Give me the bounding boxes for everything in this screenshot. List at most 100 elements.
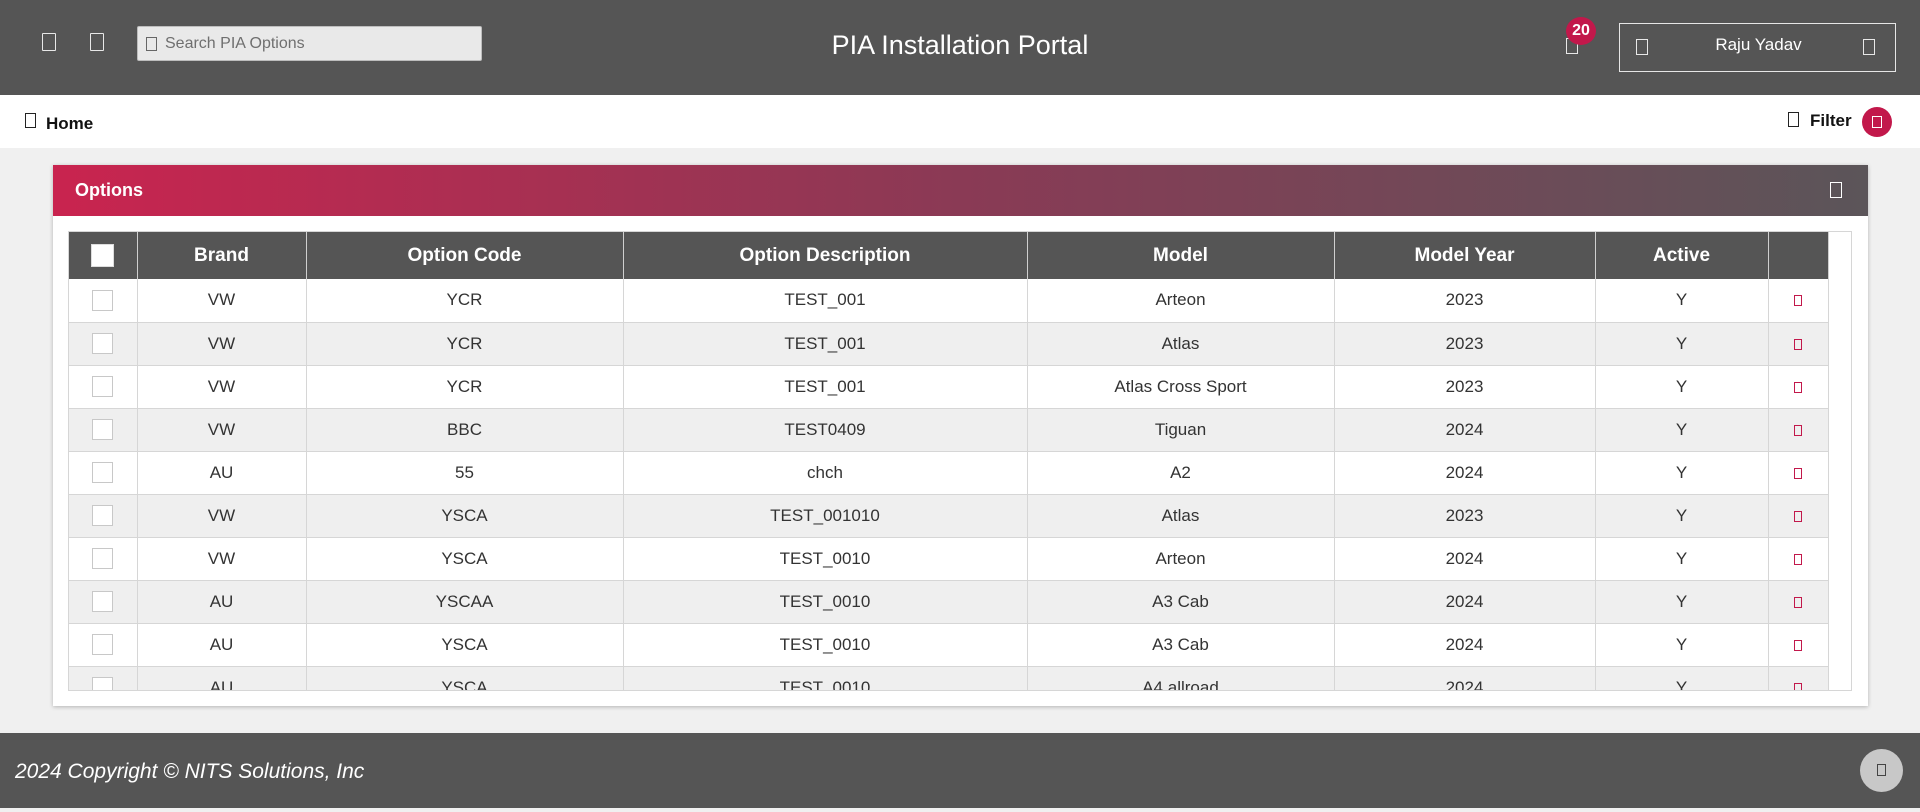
filter-label[interactable]: Filter: [1810, 111, 1852, 131]
filter-button[interactable]: [1862, 107, 1892, 137]
delete-icon[interactable]: [1794, 510, 1802, 522]
row-checkbox[interactable]: [92, 462, 114, 483]
column-header-active[interactable]: Active: [1595, 232, 1769, 279]
table-row[interactable]: VW YCR TEST_001 Arteon 2023 Y: [69, 279, 1829, 323]
cell-model: Atlas Cross Sport: [1027, 365, 1335, 409]
row-checkbox[interactable]: [92, 677, 114, 690]
column-header-model-year[interactable]: Model Year: [1334, 232, 1596, 279]
menu-icon[interactable]: [42, 33, 56, 51]
row-action-cell: [1768, 451, 1829, 495]
delete-icon[interactable]: [1794, 338, 1802, 350]
user-menu[interactable]: Raju Yadav: [1619, 23, 1896, 72]
copyright-text: 2024 Copyright © NITS Solutions, Inc: [15, 760, 365, 783]
row-action-cell: [1768, 408, 1829, 452]
cell-brand: AU: [137, 580, 307, 624]
delete-icon[interactable]: [1794, 381, 1802, 393]
select-all-checkbox[interactable]: [91, 244, 115, 267]
table-row[interactable]: AU YSCA TEST_0010 A3 Cab 2024 Y: [69, 623, 1829, 667]
table-row[interactable]: VW YSCA TEST_0010 Arteon 2024 Y: [69, 537, 1829, 581]
row-action-cell: [1768, 666, 1829, 690]
row-action-cell: [1768, 494, 1829, 538]
row-action-cell: [1768, 623, 1829, 667]
row-checkbox[interactable]: [92, 505, 114, 526]
row-checkbox[interactable]: [92, 634, 114, 655]
delete-icon[interactable]: [1794, 639, 1802, 651]
cell-option-code: BBC: [306, 408, 624, 452]
scroll-top-button[interactable]: [1860, 749, 1903, 792]
home-icon[interactable]: [25, 113, 36, 128]
cell-model: Atlas: [1027, 494, 1335, 538]
cell-active: Y: [1595, 494, 1769, 538]
cell-model: A2: [1027, 451, 1335, 495]
table-row[interactable]: AU YSCA TEST_0010 A4 allroad 2024 Y: [69, 666, 1829, 690]
column-header-model[interactable]: Model: [1027, 232, 1335, 279]
table-row[interactable]: VW YCR TEST_001 Atlas Cross Sport 2023 Y: [69, 365, 1829, 409]
delete-icon[interactable]: [1794, 424, 1802, 436]
row-checkbox[interactable]: [92, 289, 114, 311]
cell-model: A4 allroad: [1027, 666, 1335, 690]
cell-brand: AU: [137, 666, 307, 690]
table-row[interactable]: VW YSCA TEST_001010 Atlas 2023 Y: [69, 494, 1829, 538]
notification-badge[interactable]: 20: [1566, 17, 1596, 45]
cell-active: Y: [1595, 580, 1769, 624]
column-header-option-description[interactable]: Option Description: [623, 232, 1028, 279]
filter-toggle-icon: [1872, 116, 1882, 128]
delete-icon[interactable]: [1794, 295, 1802, 307]
delete-icon[interactable]: [1794, 553, 1802, 565]
user-name: Raju Yadav: [1715, 35, 1802, 54]
footer: 2024 Copyright © NITS Solutions, Inc: [0, 733, 1920, 808]
row-select-cell: [69, 451, 138, 495]
cell-option-description: TEST_001: [623, 279, 1028, 323]
cell-option-description: TEST_001: [623, 322, 1028, 366]
search-box: [137, 26, 482, 61]
row-checkbox[interactable]: [92, 376, 114, 397]
select-all-header: [69, 232, 138, 279]
column-header-brand[interactable]: Brand: [137, 232, 307, 279]
cell-brand: VW: [137, 494, 307, 538]
breadcrumb-home[interactable]: Home: [46, 114, 93, 134]
table-row[interactable]: VW BBC TEST0409 Tiguan 2024 Y: [69, 408, 1829, 452]
row-checkbox[interactable]: [92, 591, 114, 612]
table-row[interactable]: AU YSCAA TEST_0010 A3 Cab 2024 Y: [69, 580, 1829, 624]
cell-option-code: 55: [306, 451, 624, 495]
table-row[interactable]: VW YCR TEST_001 Atlas 2023 Y: [69, 322, 1829, 366]
cell-option-description: chch: [623, 451, 1028, 495]
options-grid: Brand Option Code Option Description Mod…: [68, 231, 1852, 691]
row-select-cell: [69, 666, 138, 690]
cell-model-year: 2024: [1334, 666, 1596, 690]
cell-option-code: YSCA: [306, 537, 624, 581]
cell-option-code: YSCAA: [306, 580, 624, 624]
row-checkbox[interactable]: [92, 333, 114, 354]
filter-icon[interactable]: [1788, 112, 1799, 127]
cell-model-year: 2024: [1334, 451, 1596, 495]
row-checkbox[interactable]: [92, 419, 114, 440]
row-action-cell: [1768, 279, 1829, 323]
delete-icon[interactable]: [1794, 596, 1802, 608]
row-select-cell: [69, 623, 138, 667]
cell-active: Y: [1595, 322, 1769, 366]
delete-icon[interactable]: [1794, 682, 1802, 690]
row-select-cell: [69, 365, 138, 409]
delete-icon[interactable]: [1794, 467, 1802, 479]
cell-brand: AU: [137, 623, 307, 667]
cell-model-year: 2024: [1334, 537, 1596, 581]
search-input[interactable]: [165, 27, 475, 60]
cell-option-description: TEST_0010: [623, 537, 1028, 581]
table-header-row: Brand Option Code Option Description Mod…: [69, 232, 1829, 279]
cell-option-code: YCR: [306, 365, 624, 409]
logout-icon[interactable]: [1863, 39, 1875, 55]
row-select-cell: [69, 580, 138, 624]
cell-active: Y: [1595, 623, 1769, 667]
options-table: Brand Option Code Option Description Mod…: [69, 232, 1829, 690]
cell-active: Y: [1595, 666, 1769, 690]
column-header-option-code[interactable]: Option Code: [306, 232, 624, 279]
grid-icon[interactable]: [90, 33, 104, 51]
cell-model: A3 Cab: [1027, 580, 1335, 624]
table-row[interactable]: AU 55 chch A2 2024 Y: [69, 451, 1829, 495]
cell-active: Y: [1595, 537, 1769, 581]
close-icon[interactable]: [1830, 182, 1842, 198]
cell-model: Arteon: [1027, 279, 1335, 323]
row-checkbox[interactable]: [92, 548, 114, 569]
cell-model: Atlas: [1027, 322, 1335, 366]
cell-model-year: 2024: [1334, 580, 1596, 624]
